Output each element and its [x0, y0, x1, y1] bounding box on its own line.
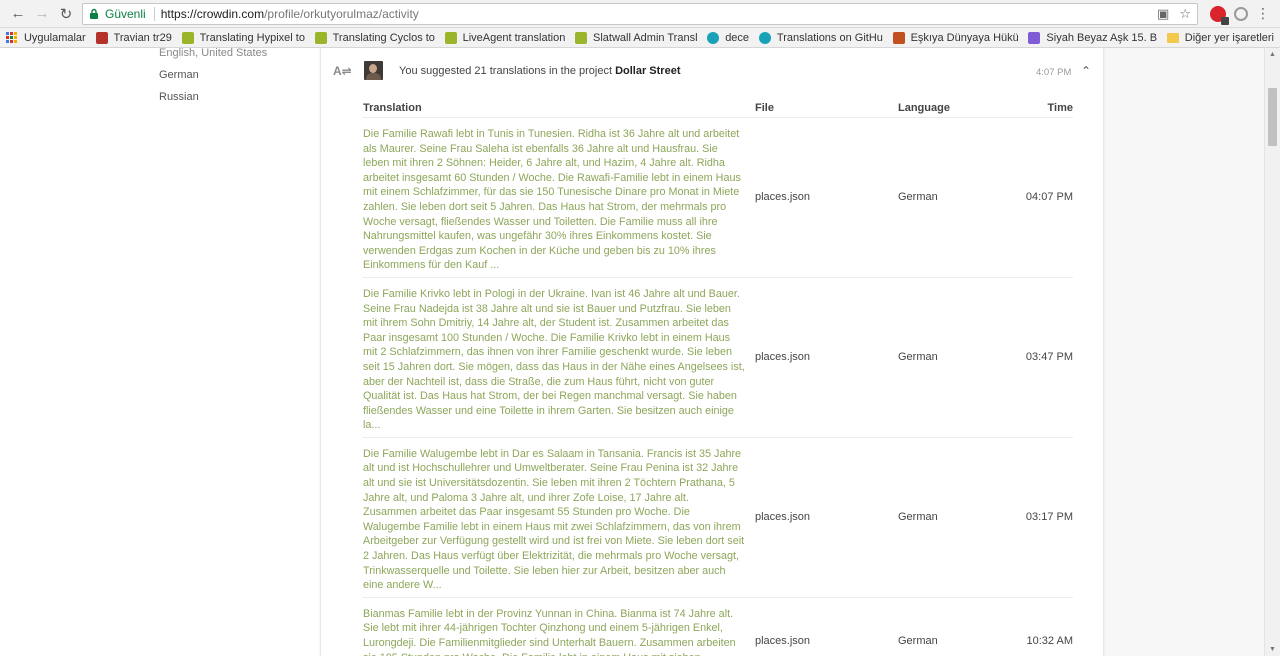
language-cell: German: [898, 191, 938, 204]
chevron-up-icon[interactable]: ⌃: [1081, 64, 1091, 78]
language-item[interactable]: German: [159, 64, 267, 86]
secure-label: Güvenli: [105, 6, 146, 21]
translation-table: Die Familie Rawafi lebt in Tunis in Tune…: [362, 118, 1073, 656]
activity-header: A⇌ You suggested 21 translations in the …: [321, 58, 1103, 86]
table-row: Die Familie Walugembe lebt in Dar es Sal…: [362, 438, 1073, 598]
bookmark-label: Uygulamalar: [23, 31, 86, 44]
table-row: Bianmas Familie lebt in der Provinz Yunn…: [362, 598, 1073, 656]
language-cell: German: [898, 351, 938, 364]
activity-summary: You suggested 21 translations in the pro…: [399, 65, 681, 77]
time-cell: 03:17 PM: [1025, 511, 1073, 524]
other-bookmarks-label: Diğer yer işaretleri: [1184, 31, 1274, 44]
scroll-thumb[interactable]: [1268, 88, 1277, 146]
time-cell: 10:32 AM: [1026, 634, 1073, 647]
url-host: https://crowdin.com: [160, 6, 265, 21]
favicon-icon: [181, 31, 194, 44]
bookmark-label: Translations on GitHu: [776, 31, 883, 44]
project-link[interactable]: Dollar Street: [615, 65, 680, 77]
language-item[interactable]: Russian: [159, 86, 267, 108]
extension-icon-2[interactable]: [1234, 6, 1248, 21]
folder-icon: [1166, 32, 1179, 43]
bookmarks-bar: Uygulamalar Travian tr29 Translating Hyp…: [0, 28, 1280, 48]
translate-page-icon[interactable]: ▣: [1157, 6, 1169, 22]
favicon-icon: [444, 31, 457, 44]
address-bar[interactable]: Güvenli https://crowdin.com/profile/orku…: [82, 2, 1198, 25]
file-cell: places.json: [755, 511, 811, 524]
activity-time: 4:07 PM: [1036, 67, 1072, 78]
language-item[interactable]: English, United States: [159, 48, 267, 64]
translation-text[interactable]: Die Familie Rawafi lebt in Tunis in Tune…: [362, 118, 755, 277]
bookmark-item[interactable]: dece: [707, 31, 749, 44]
time-cell: 03:47 PM: [1025, 351, 1073, 364]
bookmark-star-icon[interactable]: ☆: [1179, 6, 1191, 22]
favicon-icon: [758, 31, 771, 44]
time-cell: 04:07 PM: [1025, 191, 1073, 204]
bookmark-label: Eşkıya Dünyaya Hükü: [910, 31, 1019, 44]
translation-text[interactable]: Die Familie Krivko lebt in Pologi in der…: [362, 278, 755, 437]
forward-icon[interactable]: →: [30, 2, 54, 26]
back-icon[interactable]: ←: [6, 2, 30, 26]
bookmark-label: Slatwall Admin Transl: [592, 31, 698, 44]
page: English, United States German Russian A⇌…: [0, 48, 1280, 656]
summary-text: You suggested 21 translations in the pro…: [399, 65, 616, 77]
bookmark-apps[interactable]: Uygulamalar: [6, 31, 86, 44]
scroll-up-icon[interactable]: ▲: [1269, 51, 1276, 58]
file-cell: places.json: [755, 191, 811, 204]
bookmark-item[interactable]: Slatwall Admin Transl: [574, 31, 698, 44]
browser-toolbar: ← → ↻ Güvenli https://crowdin.com/profil…: [0, 0, 1280, 28]
language-cell: German: [898, 634, 938, 647]
menu-icon[interactable]: ⋮: [1256, 5, 1270, 22]
bookmark-item[interactable]: Eşkıya Dünyaya Hükü: [892, 31, 1019, 44]
favicon-icon: [1028, 31, 1041, 44]
favicon-icon: [892, 31, 905, 44]
table-header: Translation File Language Time: [362, 98, 1073, 118]
table-row: Die Familie Krivko lebt in Pologi in der…: [362, 278, 1073, 438]
lock-icon: [90, 8, 98, 19]
reload-icon[interactable]: ↻: [54, 2, 78, 26]
translation-text[interactable]: Bianmas Familie lebt in der Provinz Yunn…: [362, 598, 755, 656]
bookmark-label: Siyah Beyaz Aşk 15. B: [1046, 31, 1157, 44]
address-divider: [153, 6, 155, 21]
bookmark-item[interactable]: Translations on GitHu: [758, 31, 883, 44]
bookmark-item[interactable]: Translating Hypixel to: [181, 31, 305, 44]
column-language: Language: [898, 101, 950, 114]
favicon-icon: [314, 31, 327, 44]
bookmark-label: dece: [725, 31, 749, 44]
bookmark-label: Translating Hypixel to: [199, 31, 305, 44]
column-file: File: [755, 101, 774, 114]
language-cell: German: [898, 511, 938, 524]
favicon-icon: [707, 31, 720, 44]
bookmark-item[interactable]: Travian tr29: [95, 31, 172, 44]
file-cell: places.json: [755, 351, 811, 364]
translate-icon: A⇌: [333, 64, 352, 78]
bookmark-item[interactable]: Siyah Beyaz Aşk 15. B: [1028, 31, 1157, 44]
scroll-down-icon[interactable]: ▼: [1269, 646, 1276, 653]
translation-text[interactable]: Die Familie Walugembe lebt in Dar es Sal…: [362, 438, 755, 597]
url-path: /profile/orkutyorulmaz/activity: [264, 6, 419, 21]
bookmark-item[interactable]: LiveAgent translation: [444, 31, 565, 44]
language-list: English, United States German Russian: [159, 48, 267, 108]
bookmark-label: LiveAgent translation: [462, 31, 565, 44]
profile-sidebar: English, United States German Russian: [0, 48, 320, 656]
activity-card: A⇌ You suggested 21 translations in the …: [320, 48, 1104, 656]
extension-icon[interactable]: [1210, 5, 1229, 25]
page-scrollbar[interactable]: ▲ ▼: [1264, 48, 1280, 656]
favicon-icon: [574, 31, 587, 44]
other-bookmarks[interactable]: Diğer yer işaretleri: [1166, 31, 1274, 44]
bookmark-label: Translating Cyclos to: [332, 31, 435, 44]
apps-icon: [6, 31, 18, 44]
column-time: Time: [1047, 101, 1073, 114]
table-row: Die Familie Rawafi lebt in Tunis in Tune…: [362, 118, 1073, 278]
favicon-icon: [95, 31, 108, 44]
avatar[interactable]: [364, 61, 383, 80]
bookmark-label: Travian tr29: [113, 31, 172, 44]
bookmark-item[interactable]: Translating Cyclos to: [314, 31, 435, 44]
column-translation: Translation: [363, 101, 422, 114]
file-cell: places.json: [755, 634, 811, 647]
